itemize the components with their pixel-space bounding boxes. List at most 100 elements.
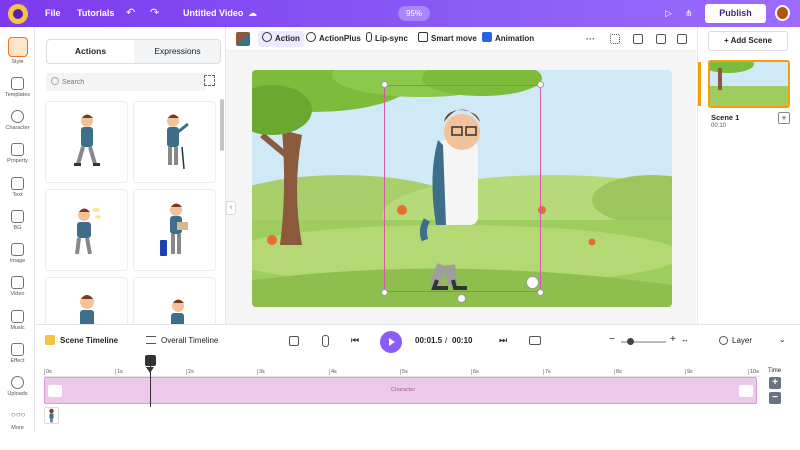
- nav-label: Music: [10, 325, 25, 331]
- animation-label: Animation: [495, 34, 535, 43]
- microphone-icon: [366, 32, 372, 42]
- tab-actions[interactable]: Actions: [47, 40, 134, 63]
- character-layer-thumbnail[interactable]: [44, 407, 59, 424]
- nav-music[interactable]: Music: [0, 307, 35, 340]
- action-thumbnail-stand[interactable]: [45, 277, 128, 324]
- layer-button[interactable]: Layer: [732, 336, 752, 345]
- actionplus-button[interactable]: ActionPlus: [306, 31, 361, 47]
- zoom-out-button[interactable]: −: [769, 392, 781, 404]
- redo-icon[interactable]: ↷: [150, 6, 159, 20]
- track-handle-left[interactable]: [48, 385, 62, 397]
- action-icon: [262, 32, 272, 42]
- walking-character-icon: [74, 114, 100, 166]
- add-scene-button[interactable]: + Add Scene: [708, 31, 788, 51]
- character-play-icon[interactable]: [526, 276, 539, 289]
- lipsync-button[interactable]: Lip-sync: [366, 31, 408, 47]
- action-thumbnail-walk[interactable]: [45, 101, 128, 183]
- zoom-level[interactable]: 95%: [398, 6, 430, 21]
- nav-effect[interactable]: Effect: [0, 340, 35, 373]
- overall-timeline-tab[interactable]: Overall Timeline: [161, 336, 218, 345]
- nav-uploads[interactable]: Uploads: [0, 373, 35, 406]
- tick-label: 9s: [685, 369, 693, 375]
- action-thumbnail-think[interactable]: [45, 189, 128, 271]
- resize-handle-bottom-right[interactable]: [537, 289, 544, 296]
- menu-file[interactable]: File: [45, 8, 61, 18]
- selection-frame[interactable]: [384, 85, 541, 292]
- search-input[interactable]: [62, 75, 200, 89]
- animation-button[interactable]: Animation: [482, 31, 534, 47]
- tick-label: 6s: [471, 369, 479, 375]
- play-button[interactable]: [380, 331, 402, 353]
- publish-label: Publish: [719, 8, 752, 18]
- skip-forward-icon[interactable]: ⏭: [499, 335, 507, 346]
- scene-canvas[interactable]: [252, 70, 672, 307]
- chevron-down-icon[interactable]: ⌄: [779, 335, 786, 344]
- scene-timeline-tab[interactable]: Scene Timeline: [60, 336, 118, 345]
- menu-tutorials[interactable]: Tutorials: [77, 8, 114, 18]
- track-handle-right[interactable]: [739, 385, 753, 397]
- playhead[interactable]: [145, 355, 156, 407]
- action-thumbnail-point[interactable]: [133, 101, 216, 183]
- color-swatch-icon[interactable]: [236, 32, 250, 46]
- app-logo[interactable]: [8, 4, 28, 24]
- layers-icon[interactable]: [633, 34, 643, 44]
- more-options-icon[interactable]: ···: [586, 31, 595, 47]
- resize-handle-top-left[interactable]: [381, 81, 388, 88]
- skip-back-icon[interactable]: ⏮: [351, 335, 359, 346]
- nav-character[interactable]: Character: [0, 107, 35, 140]
- action-thumbnail-travel[interactable]: [133, 189, 216, 271]
- transparency-icon[interactable]: [610, 34, 620, 44]
- nav-property[interactable]: Property: [0, 140, 35, 173]
- nav-video[interactable]: Video: [0, 273, 35, 306]
- action-button[interactable]: Action: [258, 31, 304, 47]
- uploads-icon: [11, 376, 24, 389]
- delete-icon[interactable]: [677, 34, 687, 44]
- swap-icon[interactable]: ↔: [681, 335, 689, 344]
- publish-button[interactable]: Publish: [705, 4, 766, 23]
- nav-more[interactable]: ○○○ More: [0, 407, 35, 440]
- smartmove-icon: [418, 32, 428, 42]
- hand-icon[interactable]: [322, 335, 329, 347]
- timeline-zoom-slider[interactable]: [621, 338, 666, 345]
- character-toolbar: Action ActionPlus Lip-sync Smart move An…: [226, 27, 696, 51]
- slider-knob[interactable]: [627, 338, 634, 345]
- duplicate-scene-button[interactable]: +: [778, 112, 790, 124]
- smartmove-button[interactable]: Smart move: [418, 31, 477, 47]
- scene-thumbnail[interactable]: [708, 60, 790, 108]
- nav-templates[interactable]: Templates: [0, 74, 35, 107]
- left-nav: Style Templates Character Property Text …: [0, 27, 35, 432]
- image-icon: [11, 243, 24, 256]
- panel-scrollbar[interactable]: [220, 99, 224, 151]
- time-separator: /: [445, 336, 448, 345]
- tick-label: 1s: [115, 369, 123, 375]
- standing-character-icon: [80, 295, 94, 324]
- user-avatar[interactable]: [775, 5, 790, 21]
- tab-expressions[interactable]: Expressions: [134, 40, 221, 63]
- action-thumbnail-wave[interactable]: [133, 277, 216, 324]
- collapse-panel-button[interactable]: ‹: [226, 201, 236, 215]
- playhead-handle[interactable]: [145, 355, 156, 366]
- tick-label: 5s: [400, 369, 408, 375]
- share-icon[interactable]: ⋔: [685, 6, 693, 20]
- search-icon: [51, 77, 59, 85]
- nav-image[interactable]: Image: [0, 240, 35, 273]
- resize-handle-top-right[interactable]: [537, 81, 544, 88]
- nav-label: Video: [10, 291, 25, 297]
- lock-icon[interactable]: [656, 34, 666, 44]
- zoom-in-button[interactable]: +: [769, 377, 781, 389]
- nav-bg[interactable]: BG: [0, 207, 35, 240]
- nav-style[interactable]: Style: [0, 35, 35, 68]
- resize-handle-bottom-left[interactable]: [381, 289, 388, 296]
- rotate-handle-icon[interactable]: [457, 294, 466, 303]
- preview-play-icon[interactable]: ▷: [665, 6, 672, 20]
- fit-icon[interactable]: [289, 336, 299, 346]
- video-title[interactable]: Untitled Video: [183, 8, 243, 18]
- zoom-in-icon[interactable]: +: [670, 334, 676, 345]
- expand-icon[interactable]: [204, 75, 215, 86]
- nav-text[interactable]: Text: [0, 174, 35, 207]
- undo-icon[interactable]: ↶: [126, 6, 135, 20]
- subtitle-icon[interactable]: [529, 336, 541, 345]
- zoom-out-icon[interactable]: −: [609, 334, 615, 345]
- bg-icon: [11, 210, 24, 223]
- nav-label: Templates: [4, 92, 31, 98]
